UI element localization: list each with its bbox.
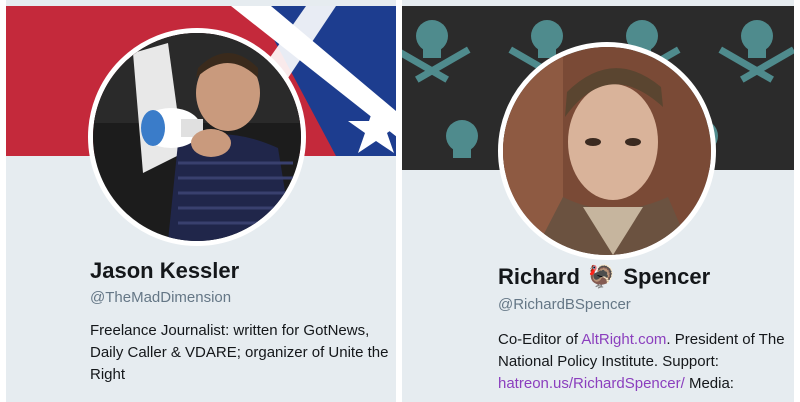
profile-card-spencer: Richard 🦃 Spencer @RichardBSpencer Co-Ed… [402, 0, 794, 402]
profile-bio: Co-Editor of AltRight.com. President of … [498, 329, 788, 395]
bio-link-hatreon[interactable]: hatreon.us/RichardSpencer/ [498, 375, 685, 392]
profile-name-last: Spencer [623, 264, 711, 289]
man-with-megaphone-photo-icon [93, 33, 301, 241]
profile-name: Richard 🦃 Spencer [498, 264, 710, 290]
profile-name-first: Richard [498, 264, 580, 289]
turkey-icon: 🦃 [587, 264, 616, 289]
bio-text: Co-Editor of [498, 331, 582, 348]
bio-link-altright[interactable]: AltRight.com [581, 331, 666, 348]
profile-handle[interactable]: @TheMadDimension [90, 289, 231, 306]
bio-text: Media: [684, 375, 734, 392]
man-portrait-photo-icon [503, 47, 711, 255]
avatar[interactable] [498, 42, 716, 260]
profile-handle[interactable]: @RichardBSpencer [498, 296, 631, 313]
profile-name: Jason Kessler [90, 258, 240, 283]
avatar[interactable] [88, 28, 306, 246]
profile-bio: Freelance Journalist: written for GotNew… [90, 322, 389, 383]
profile-card-kessler: Jason Kessler @TheMadDimension Freelance… [0, 0, 396, 402]
